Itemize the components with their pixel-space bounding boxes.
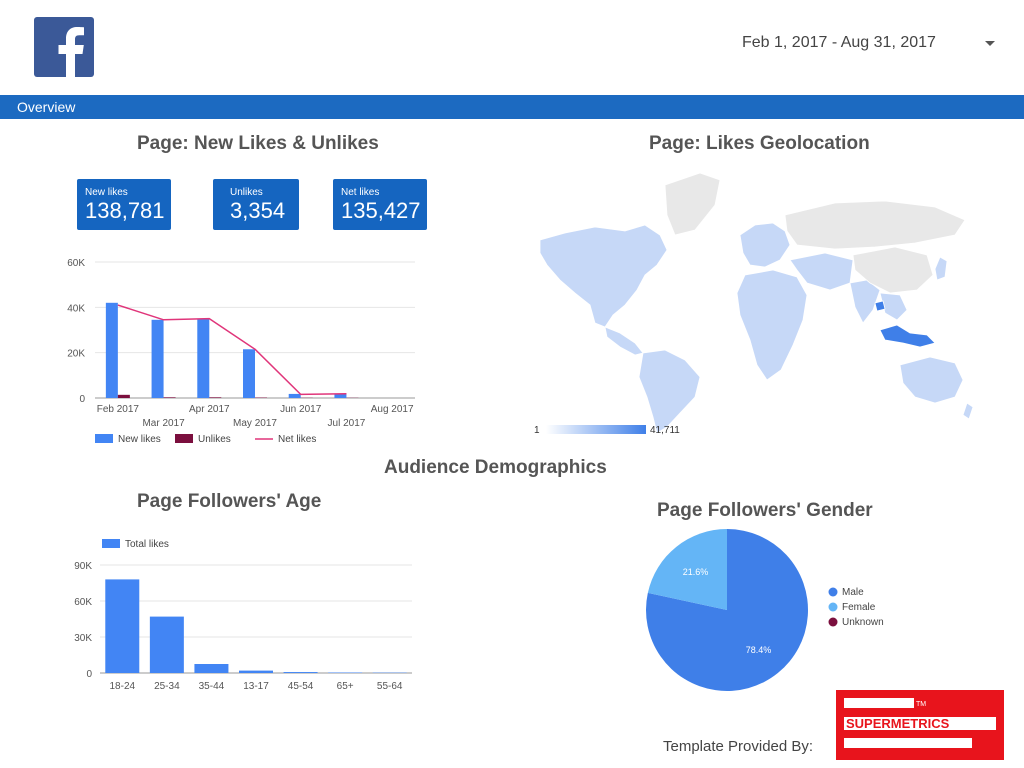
map-region-greenland [664,172,721,236]
y-tick-label: 0 [86,669,92,680]
kpi-net-likes: Net likes 135,427 [333,179,427,230]
bar-new-likes [288,393,301,398]
bar-total-likes [283,672,318,673]
bar-new-likes [243,349,255,398]
legend-label: Female [842,602,876,613]
geo-legend-max: 41,711 [650,425,680,436]
legend-dot [828,602,838,612]
bar-new-likes [197,318,210,398]
y-tick-label: 0 [79,394,85,405]
x-tick-label: 13-17 [243,681,269,692]
demographics-title: Audience Demographics [384,457,607,478]
kpi-label: Unlikes [230,187,263,198]
geo-legend: 1 41,711 [534,425,680,436]
facebook-icon [34,17,94,77]
y-tick-label: 60K [74,597,92,608]
x-tick-label: Jul 2017 [328,418,366,429]
bar-total-likes [105,579,140,673]
supermetrics-trademark: TM [916,701,926,708]
map-region-bangladesh [874,300,886,312]
supermetrics-logo[interactable]: SUPERMETRICS TM [836,690,1004,760]
map-region-russia [784,200,966,250]
gender-section-title: Page Followers' Gender [657,500,873,521]
x-tick-label: 18-24 [109,681,135,692]
footer-label: Template Provided By: [663,738,814,755]
map-region-india [849,279,881,324]
supermetrics-brand: SUPERMETRICS [846,716,950,731]
x-tick-label: Jun 2017 [280,404,322,415]
bar-unlikes [209,397,222,398]
x-tick-label: May 2017 [233,418,277,429]
map-region-africa [736,269,808,381]
map-region-indonesia [879,324,936,348]
geo-section-title: Page: Likes Geolocation [649,133,870,154]
bar-total-likes [194,664,229,673]
tab-overview[interactable]: Overview [17,99,75,115]
legend-dot [828,617,838,627]
x-tick-label: 65+ [337,681,354,692]
kpi-label: New likes [85,187,128,198]
legend-label: Total likes [125,539,169,550]
pie-slice-label: 21.6% [683,567,709,577]
bar-unlikes [163,397,176,398]
kpi-label: Net likes [341,187,380,198]
map-region-north-america [539,224,668,328]
geo-legend-gradient [546,425,646,434]
kpi-value: 3,354 [230,198,286,223]
legend-swatch [95,434,113,443]
legend-swatch [175,434,193,443]
x-tick-label: 25-34 [154,681,180,692]
y-tick-label: 30K [74,633,92,644]
caret-down-icon[interactable] [985,41,995,46]
kpi-value: 138,781 [85,198,165,223]
likes-section-title: Page: New Likes & Unlikes [137,133,379,154]
kpi-value: 135,427 [341,198,421,223]
x-tick-label: Mar 2017 [142,418,185,429]
map-region-new-zealand [962,402,974,420]
world-map[interactable] [535,165,975,435]
geo-legend-min: 1 [534,425,540,436]
legend-label: Net likes [278,434,316,445]
x-tick-label: Apr 2017 [189,404,230,415]
y-tick-label: 20K [67,349,85,360]
map-region-central-america [604,326,644,356]
x-tick-label: 35-44 [199,681,225,692]
kpi-unlikes: Unlikes 3,354 [213,179,299,230]
y-tick-label: 40K [67,303,85,314]
date-range-selector[interactable]: Feb 1, 2017 - Aug 31, 2017 [742,34,936,52]
likes-chart: 0 20K 40K 60K Feb 2017Mar 2017 Apr 2017May 20… [67,258,415,445]
kpi-new-likes: New likes 138,781 [77,179,171,230]
bar-new-likes [105,302,118,398]
legend-label: Unlikes [198,434,231,445]
map-region-europe [739,222,791,268]
map-region-south-america [638,349,701,434]
y-tick-label: 90K [74,561,92,572]
y-tick-label: 60K [67,258,85,269]
legend-label: Unknown [842,617,884,628]
legend-dot [828,587,838,597]
x-tick-label: Feb 2017 [97,404,140,415]
bar-new-likes [151,319,164,398]
x-tick-label: 55-64 [377,681,403,692]
pie-slice-label: 78.4% [746,645,772,655]
map-region-japan [934,256,948,281]
bar-unlikes [117,394,130,398]
legend-label: Male [842,587,864,598]
x-tick-label: 45-54 [288,681,314,692]
bar-total-likes [149,616,184,673]
age-chart: 0 30K 60K 90K 18-24 25-34 35-44 13-17 45-54 65+ 55… [74,539,412,692]
legend-label: New likes [118,434,161,445]
age-section-title: Page Followers' Age [137,491,322,512]
x-tick-label: Aug 2017 [371,404,414,415]
gender-chart: 78.4% 21.6% Male Female Unknown [646,529,884,691]
overview-nav-bar [0,95,1024,119]
bar-total-likes [239,670,273,673]
map-region-australia [899,356,964,404]
legend-swatch [102,539,120,548]
